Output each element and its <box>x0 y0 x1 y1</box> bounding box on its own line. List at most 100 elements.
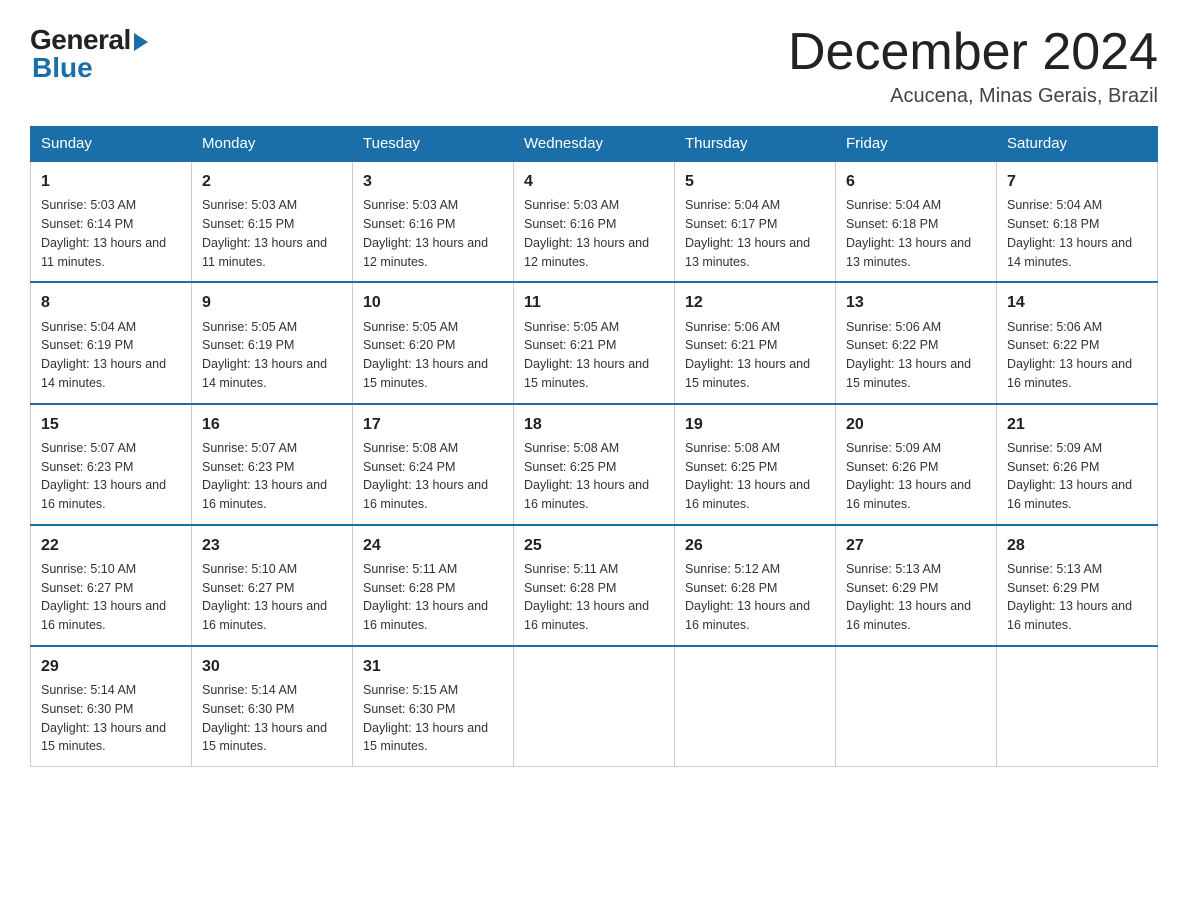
day-cell-2: 2 Sunrise: 5:03 AMSunset: 6:15 PMDaylight… <box>192 161 353 282</box>
day-number: 24 <box>363 534 503 557</box>
logo-blue-text: Blue <box>30 52 93 84</box>
header-saturday: Saturday <box>997 127 1158 162</box>
day-cell-6: 6 Sunrise: 5:04 AMSunset: 6:18 PMDaylight… <box>836 161 997 282</box>
day-info: Sunrise: 5:14 AMSunset: 6:30 PMDaylight:… <box>202 681 342 756</box>
day-info: Sunrise: 5:08 AMSunset: 6:24 PMDaylight:… <box>363 439 503 514</box>
day-info: Sunrise: 5:04 AMSunset: 6:17 PMDaylight:… <box>685 196 825 271</box>
week-row-2: 8Sunrise: 5:04 AMSunset: 6:19 PMDaylight… <box>31 282 1158 403</box>
day-info: Sunrise: 5:07 AMSunset: 6:23 PMDaylight:… <box>202 439 342 514</box>
header-tuesday: Tuesday <box>353 127 514 162</box>
month-title: December 2024 <box>788 24 1158 81</box>
day-number: 31 <box>363 655 503 678</box>
day-number: 9 <box>202 291 342 314</box>
header-thursday: Thursday <box>675 127 836 162</box>
day-info: Sunrise: 5:03 AMSunset: 6:15 PMDaylight:… <box>202 196 342 271</box>
day-cell-23: 23 Sunrise: 5:10 AMSunset: 6:27 PMDayligh… <box>192 525 353 646</box>
day-cell-20: 20 Sunrise: 5:09 AMSunset: 6:26 PMDayligh… <box>836 404 997 525</box>
day-cell-17: 17 Sunrise: 5:08 AMSunset: 6:24 PMDayligh… <box>353 404 514 525</box>
header-wednesday: Wednesday <box>514 127 675 162</box>
day-info: Sunrise: 5:13 AMSunset: 6:29 PMDaylight:… <box>1007 560 1147 635</box>
day-number: 20 <box>846 413 986 436</box>
week-row-1: 1 Sunrise: 5:03 AMSunset: 6:14 PMDaylight… <box>31 161 1158 282</box>
day-info: Sunrise: 5:05 AMSunset: 6:19 PMDaylight:… <box>202 318 342 393</box>
day-cell-3: 3 Sunrise: 5:03 AMSunset: 6:16 PMDaylight… <box>353 161 514 282</box>
header-monday: Monday <box>192 127 353 162</box>
day-number: 21 <box>1007 413 1147 436</box>
day-number: 6 <box>846 170 986 193</box>
day-cell-16: 16 Sunrise: 5:07 AMSunset: 6:23 PMDayligh… <box>192 404 353 525</box>
day-info: Sunrise: 5:10 AMSunset: 6:27 PMDaylight:… <box>41 560 181 635</box>
day-number: 10 <box>363 291 503 314</box>
day-cell-10: 10 Sunrise: 5:05 AMSunset: 6:20 PMDayligh… <box>353 282 514 403</box>
title-block: December 2024 Acucena, Minas Gerais, Bra… <box>788 24 1158 108</box>
day-number: 2 <box>202 170 342 193</box>
day-info: Sunrise: 5:15 AMSunset: 6:30 PMDaylight:… <box>363 681 503 756</box>
day-cell-25: 25 Sunrise: 5:11 AMSunset: 6:28 PMDayligh… <box>514 525 675 646</box>
day-info: Sunrise: 5:11 AMSunset: 6:28 PMDaylight:… <box>524 560 664 635</box>
day-info: Sunrise: 5:06 AMSunset: 6:22 PMDaylight:… <box>1007 318 1147 393</box>
day-cell-27: 27Sunrise: 5:13 AMSunset: 6:29 PMDayligh… <box>836 525 997 646</box>
day-info: Sunrise: 5:11 AMSunset: 6:28 PMDaylight:… <box>363 560 503 635</box>
day-cell-28: 28Sunrise: 5:13 AMSunset: 6:29 PMDayligh… <box>997 525 1158 646</box>
day-number: 19 <box>685 413 825 436</box>
day-number: 3 <box>363 170 503 193</box>
day-cell-30: 30 Sunrise: 5:14 AMSunset: 6:30 PMDayligh… <box>192 646 353 767</box>
day-cell-18: 18Sunrise: 5:08 AMSunset: 6:25 PMDayligh… <box>514 404 675 525</box>
day-cell-1: 1 Sunrise: 5:03 AMSunset: 6:14 PMDaylight… <box>31 161 192 282</box>
day-number: 5 <box>685 170 825 193</box>
day-number: 16 <box>202 413 342 436</box>
day-number: 7 <box>1007 170 1147 193</box>
day-number: 25 <box>524 534 664 557</box>
day-cell-21: 21 Sunrise: 5:09 AMSunset: 6:26 PMDayligh… <box>997 404 1158 525</box>
header-sunday: Sunday <box>31 127 192 162</box>
day-info: Sunrise: 5:06 AMSunset: 6:22 PMDaylight:… <box>846 318 986 393</box>
empty-cell <box>514 646 675 767</box>
day-cell-19: 19 Sunrise: 5:08 AMSunset: 6:25 PMDayligh… <box>675 404 836 525</box>
day-number: 23 <box>202 534 342 557</box>
day-cell-26: 26Sunrise: 5:12 AMSunset: 6:28 PMDayligh… <box>675 525 836 646</box>
day-info: Sunrise: 5:09 AMSunset: 6:26 PMDaylight:… <box>846 439 986 514</box>
day-cell-31: 31 Sunrise: 5:15 AMSunset: 6:30 PMDayligh… <box>353 646 514 767</box>
day-info: Sunrise: 5:09 AMSunset: 6:26 PMDaylight:… <box>1007 439 1147 514</box>
empty-cell <box>836 646 997 767</box>
day-number: 18 <box>524 413 664 436</box>
day-info: Sunrise: 5:03 AMSunset: 6:16 PMDaylight:… <box>363 196 503 271</box>
day-info: Sunrise: 5:08 AMSunset: 6:25 PMDaylight:… <box>685 439 825 514</box>
week-row-3: 15Sunrise: 5:07 AMSunset: 6:23 PMDayligh… <box>31 404 1158 525</box>
day-info: Sunrise: 5:03 AMSunset: 6:16 PMDaylight:… <box>524 196 664 271</box>
day-info: Sunrise: 5:14 AMSunset: 6:30 PMDaylight:… <box>41 681 181 756</box>
day-cell-14: 14 Sunrise: 5:06 AMSunset: 6:22 PMDayligh… <box>997 282 1158 403</box>
day-number: 26 <box>685 534 825 557</box>
day-number: 29 <box>41 655 181 678</box>
day-number: 8 <box>41 291 181 314</box>
day-cell-13: 13Sunrise: 5:06 AMSunset: 6:22 PMDayligh… <box>836 282 997 403</box>
logo-arrow-icon <box>134 33 148 51</box>
day-number: 14 <box>1007 291 1147 314</box>
day-info: Sunrise: 5:03 AMSunset: 6:14 PMDaylight:… <box>41 196 181 271</box>
day-number: 22 <box>41 534 181 557</box>
logo: General Blue <box>30 24 148 84</box>
day-number: 11 <box>524 291 664 314</box>
week-row-4: 22 Sunrise: 5:10 AMSunset: 6:27 PMDayligh… <box>31 525 1158 646</box>
day-info: Sunrise: 5:04 AMSunset: 6:18 PMDaylight:… <box>846 196 986 271</box>
day-number: 1 <box>41 170 181 193</box>
day-number: 30 <box>202 655 342 678</box>
day-info: Sunrise: 5:10 AMSunset: 6:27 PMDaylight:… <box>202 560 342 635</box>
day-info: Sunrise: 5:13 AMSunset: 6:29 PMDaylight:… <box>846 560 986 635</box>
empty-cell <box>675 646 836 767</box>
day-info: Sunrise: 5:05 AMSunset: 6:21 PMDaylight:… <box>524 318 664 393</box>
day-cell-7: 7 Sunrise: 5:04 AMSunset: 6:18 PMDaylight… <box>997 161 1158 282</box>
day-info: Sunrise: 5:05 AMSunset: 6:20 PMDaylight:… <box>363 318 503 393</box>
week-row-5: 29 Sunrise: 5:14 AMSunset: 6:30 PMDayligh… <box>31 646 1158 767</box>
header-row: SundayMondayTuesdayWednesdayThursdayFrid… <box>31 127 1158 162</box>
day-number: 17 <box>363 413 503 436</box>
day-cell-5: 5 Sunrise: 5:04 AMSunset: 6:17 PMDaylight… <box>675 161 836 282</box>
calendar-table: SundayMondayTuesdayWednesdayThursdayFrid… <box>30 126 1158 767</box>
day-cell-24: 24 Sunrise: 5:11 AMSunset: 6:28 PMDayligh… <box>353 525 514 646</box>
day-info: Sunrise: 5:07 AMSunset: 6:23 PMDaylight:… <box>41 439 181 514</box>
day-cell-22: 22 Sunrise: 5:10 AMSunset: 6:27 PMDayligh… <box>31 525 192 646</box>
day-info: Sunrise: 5:04 AMSunset: 6:18 PMDaylight:… <box>1007 196 1147 271</box>
day-cell-4: 4Sunrise: 5:03 AMSunset: 6:16 PMDaylight… <box>514 161 675 282</box>
day-number: 12 <box>685 291 825 314</box>
day-cell-9: 9 Sunrise: 5:05 AMSunset: 6:19 PMDaylight… <box>192 282 353 403</box>
